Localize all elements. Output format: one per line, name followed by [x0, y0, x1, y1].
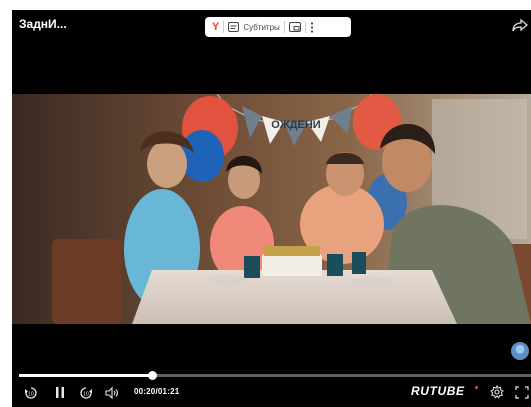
subtitles-icon[interactable]	[228, 22, 240, 32]
subtitles-label[interactable]: Субтитры	[243, 23, 279, 32]
rewind-10-icon[interactable]: 10	[24, 386, 38, 400]
progress-handle[interactable]	[148, 371, 158, 380]
pause-icon[interactable]	[55, 386, 65, 399]
time-display: 00:20/01:21	[134, 387, 179, 396]
current-time: 00:20	[134, 387, 156, 396]
video-title[interactable]: ЗаднИ...	[19, 17, 67, 31]
svg-text:10: 10	[83, 392, 89, 398]
forward-10-icon[interactable]: 10	[79, 386, 93, 400]
more-vertical-icon[interactable]	[310, 21, 314, 33]
video-frame[interactable]: ОЖДЕНИ	[12, 94, 531, 324]
rutube-logo[interactable]: RUTUBE	[411, 384, 465, 398]
svg-text:10: 10	[28, 392, 34, 398]
yandex-icon[interactable]: Y	[212, 21, 219, 33]
picture-in-picture-icon[interactable]	[288, 22, 301, 32]
logo-dot	[475, 386, 478, 389]
fullscreen-icon[interactable]	[515, 386, 529, 399]
divider	[223, 21, 225, 33]
user-avatar-icon[interactable]	[511, 342, 529, 360]
duration: 01:21	[157, 387, 180, 396]
progress-played	[19, 374, 153, 377]
extension-toolbar: Y Субтитры	[205, 17, 351, 37]
video-player[interactable]: ЗаднИ... Y Субтитры ОЖДЕНИ 10 10 00:20/0…	[12, 10, 531, 407]
divider	[304, 21, 306, 33]
progress-bar[interactable]	[19, 371, 531, 380]
share-icon[interactable]	[511, 16, 529, 34]
volume-icon[interactable]	[104, 386, 120, 400]
control-bar: 10 10 00:20/01:21 RUTUBE	[12, 380, 531, 407]
gear-icon[interactable]	[490, 385, 504, 399]
banner-text: ОЖДЕНИ	[271, 119, 320, 131]
divider	[283, 21, 285, 33]
